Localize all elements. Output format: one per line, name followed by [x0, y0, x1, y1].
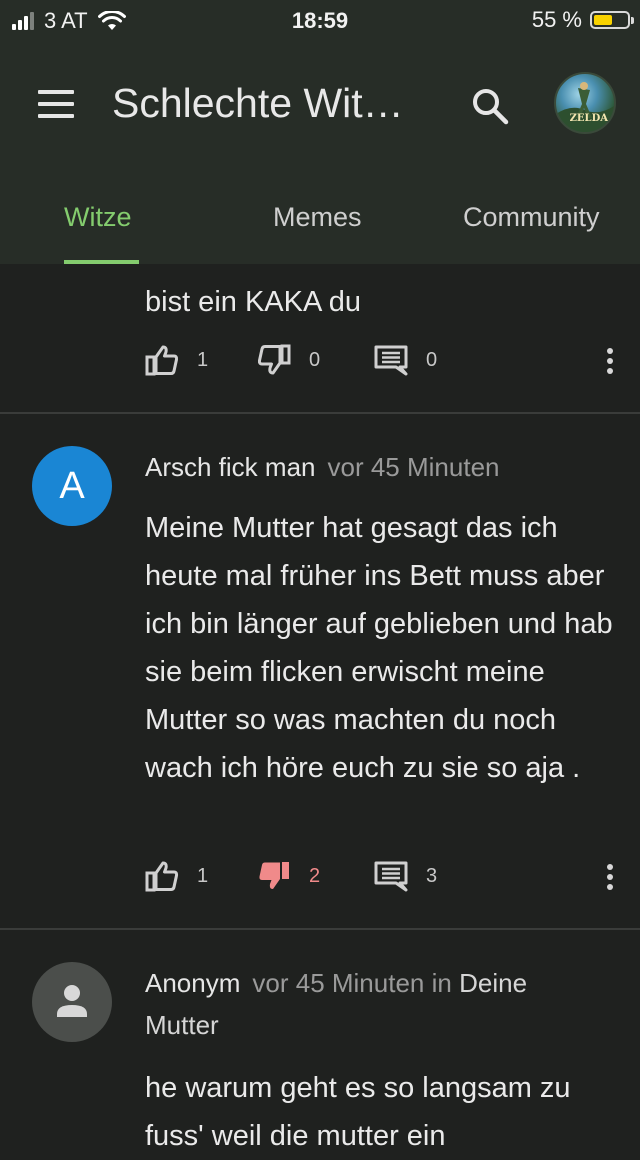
like-button[interactable]: 1 [145, 344, 208, 376]
list-item: A Arsch fick man vor 45 Minuten Meine Mut… [0, 414, 640, 928]
feed[interactable]: bist ein KAKA du 1 0 0 A Arsch fick man … [0, 264, 640, 1152]
post-meta: Arsch fick man vor 45 Minuten [145, 446, 585, 488]
dislike-count: 2 [309, 864, 321, 887]
person-icon [57, 985, 87, 1017]
thumb-up-icon [145, 345, 179, 376]
in-label: in [431, 968, 452, 998]
post-time: vor 45 Minuten [327, 452, 500, 482]
page-title: Schlechte Wit… [112, 80, 404, 126]
comment-count: 0 [426, 348, 438, 371]
zelda-logo: ZELDA [569, 113, 608, 124]
avatar[interactable] [32, 962, 112, 1042]
tab-bar: Witze Memes Community [0, 190, 640, 264]
thumb-up-icon [145, 861, 179, 892]
post-meta: Anonym vor 45 Minuten in Deine Mutter [145, 962, 585, 1046]
dislike-button[interactable]: 2 [257, 860, 320, 892]
comment-button[interactable]: 0 [374, 344, 437, 376]
post-actions: 1 2 3 [145, 860, 615, 900]
like-count: 1 [197, 864, 209, 887]
more-vert-icon[interactable] [607, 864, 615, 896]
like-button[interactable]: 1 [145, 860, 208, 892]
like-count: 1 [197, 348, 209, 371]
community-avatar[interactable]: ZELDA [554, 72, 616, 134]
post-actions: 1 0 0 [145, 344, 615, 384]
search-icon[interactable] [470, 86, 510, 126]
list-item: Anonym vor 45 Minuten in Deine Mutter he … [0, 930, 640, 1152]
tab-community[interactable]: Community [463, 202, 600, 233]
dislike-button[interactable]: 0 [257, 344, 320, 376]
more-vert-icon[interactable] [607, 348, 615, 380]
list-item: bist ein KAKA du 1 0 0 [0, 264, 640, 412]
post-text: bist ein KAKA du [145, 286, 362, 318]
battery-icon [590, 11, 634, 29]
tab-witze[interactable]: Witze [64, 202, 132, 233]
post-time: vor 45 Minuten [252, 968, 425, 998]
thumb-down-icon [257, 344, 291, 375]
thumb-down-icon [259, 862, 289, 889]
status-bar: 3 AT 18:59 55 % [0, 0, 640, 40]
post-text: he warum geht es so langsam zu fuss' wei… [145, 1072, 571, 1152]
comment-button[interactable]: 3 [374, 860, 437, 892]
author-name[interactable]: Anonym [145, 968, 240, 998]
avatar[interactable]: A [32, 446, 112, 526]
battery-percent: 55 % [531, 7, 582, 32]
comment-icon [374, 861, 408, 892]
author-name[interactable]: Arsch fick man [145, 452, 316, 482]
menu-icon[interactable] [38, 90, 74, 118]
comment-count: 3 [426, 864, 438, 887]
dislike-count: 0 [309, 348, 321, 371]
app-bar: Schlechte Wit… ZELDA [0, 60, 640, 150]
tab-memes[interactable]: Memes [273, 202, 362, 233]
header: 3 AT 18:59 55 % Schlechte Wit… ZELDA Wit… [0, 0, 640, 264]
comment-icon [374, 345, 408, 376]
post-text: Meine Mutter hat gesagt das ich heute ma… [145, 512, 613, 784]
